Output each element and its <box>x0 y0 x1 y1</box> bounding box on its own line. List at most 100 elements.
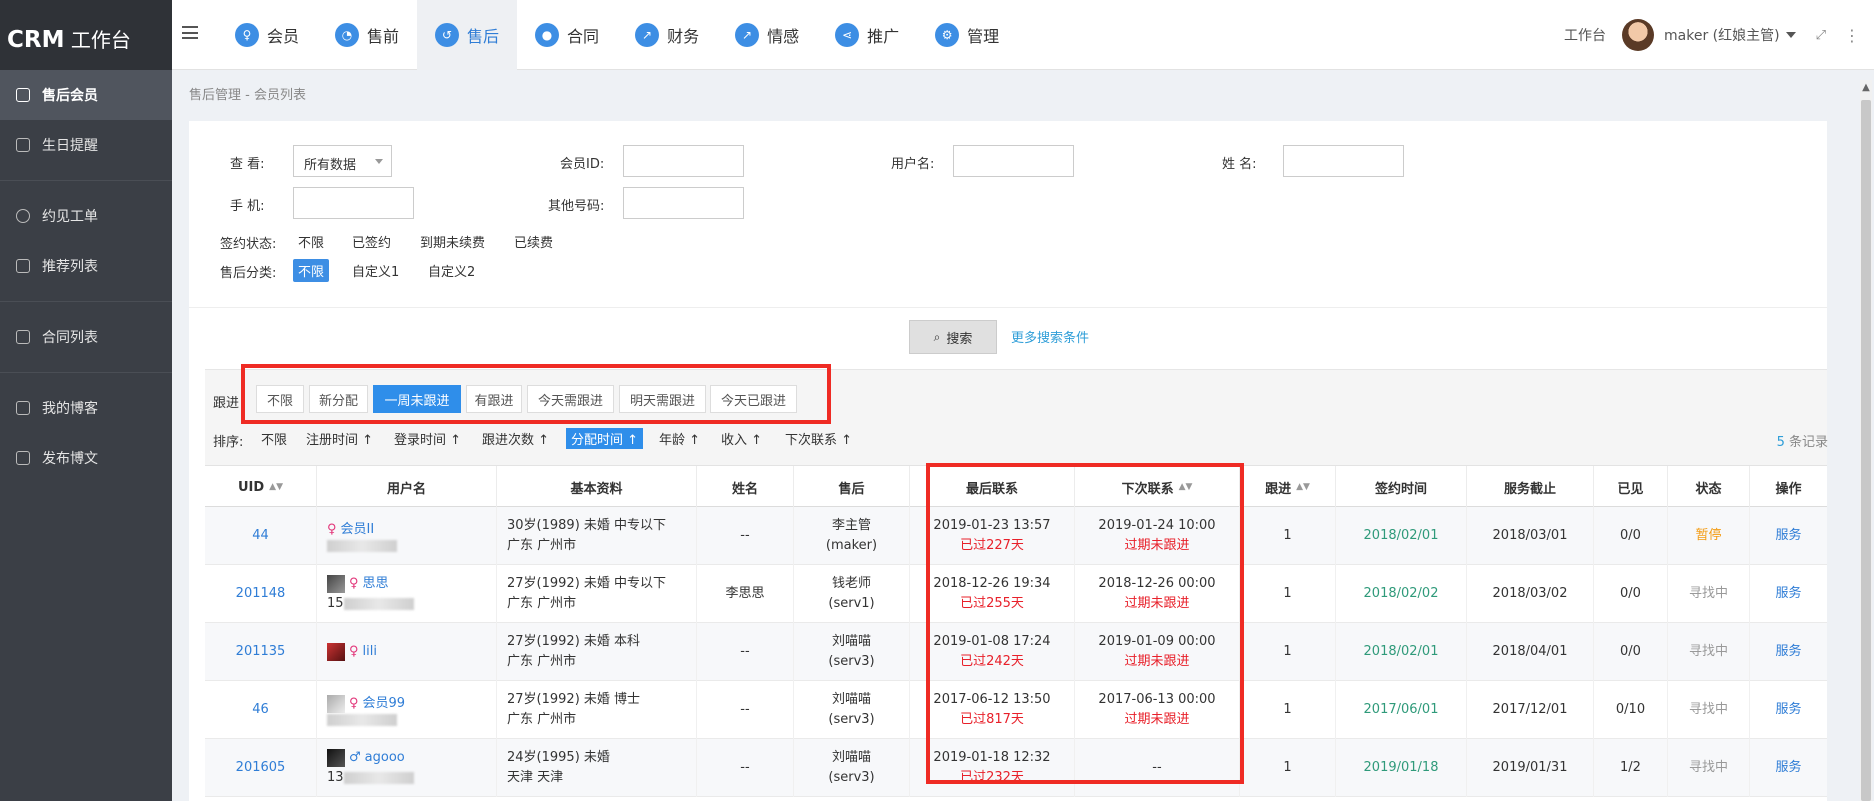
sign-filter-expired[interactable]: 到期未续费 <box>415 230 490 253</box>
avatar[interactable] <box>1622 19 1655 51</box>
menu-toggle-icon[interactable] <box>182 26 198 39</box>
service-end: 2018/03/01 <box>1467 507 1594 565</box>
nav-finance[interactable]: ↗ 财务 <box>617 0 717 70</box>
uid-link[interactable]: 201135 <box>236 642 286 662</box>
sign-date-link[interactable]: 2018/02/01 <box>1364 526 1439 546</box>
col-service-end: 服务截止 <box>1467 466 1594 508</box>
username-input[interactable] <box>953 145 1074 177</box>
sidebar-item-aftersale-members[interactable]: 售后会员 <box>0 70 172 120</box>
highlight-box-contact-columns <box>926 463 1244 784</box>
more-search-link[interactable]: 更多搜索条件 <box>1011 327 1089 346</box>
sign-date-link[interactable]: 2019/01/18 <box>1364 758 1439 778</box>
sidebar-item-appointments[interactable]: 约见工单 <box>0 191 172 241</box>
nav-label: 推广 <box>867 27 900 46</box>
sort-assign-time[interactable]: 分配时间 ↑ <box>566 428 644 449</box>
uid-link[interactable]: 201148 <box>236 584 286 604</box>
nav-contract[interactable]: ● 合同 <box>517 0 617 70</box>
member-id-input[interactable] <box>623 145 744 177</box>
phone-input[interactable] <box>293 187 414 219</box>
sort-icon[interactable]: ▲▼ <box>1296 482 1310 492</box>
nav-label: 情感 <box>767 27 800 46</box>
sort-register[interactable]: 注册时间 ↑ <box>301 428 378 449</box>
username-link[interactable]: 会员II <box>341 520 375 540</box>
seen-count: 0/10 <box>1594 681 1668 739</box>
nav-promotion[interactable]: ⋖ 推广 <box>817 0 917 70</box>
sidebar-item-birthday[interactable]: 生日提醒 <box>0 120 172 170</box>
sidebar-item-label: 合同列表 <box>42 330 98 346</box>
other-number-input[interactable] <box>623 187 744 219</box>
scroll-up-icon[interactable]: ▲ <box>1860 82 1872 96</box>
sign-date-link[interactable]: 2018/02/02 <box>1364 584 1439 604</box>
sort-follow-count[interactable]: 跟进次数 ↑ <box>477 428 554 449</box>
sort-login[interactable]: 登录时间 ↑ <box>389 428 466 449</box>
username-link[interactable]: agooo <box>365 748 405 768</box>
search-button[interactable]: ⌕ 搜索 <box>909 320 997 354</box>
basic-info: 24岁(1995) 未婚 <box>507 750 610 765</box>
user-menu[interactable]: maker (红娘主管) <box>1664 25 1780 45</box>
basic-info: 30岁(1989) 未婚 中专以下 <box>507 518 667 533</box>
more-icon[interactable]: ⋮ <box>1844 26 1860 45</box>
workbench-link[interactable]: 工作台 <box>1564 25 1606 45</box>
service-link[interactable]: 服务 <box>1775 642 1801 662</box>
aftersale-account: (maker) <box>825 538 878 553</box>
nav-label: 财务 <box>667 27 700 46</box>
nav-emotion[interactable]: ↗ 情感 <box>717 0 817 70</box>
sort-icon[interactable]: ▲▼ <box>269 482 283 492</box>
sign-date-link[interactable]: 2018/02/01 <box>1364 642 1439 662</box>
follow-count: 1 <box>1240 681 1336 739</box>
username-link[interactable]: lili <box>363 642 377 662</box>
record-count-value: 5 <box>1776 435 1785 450</box>
sidebar-item-label: 发布博文 <box>42 451 98 467</box>
sidebar-item-recommend[interactable]: 推荐列表 <box>0 241 172 291</box>
service-link[interactable]: 服务 <box>1775 584 1801 604</box>
service-link[interactable]: 服务 <box>1775 526 1801 546</box>
sign-filter-all[interactable]: 不限 <box>293 230 329 253</box>
uid-link[interactable]: 201605 <box>236 758 286 778</box>
location: 天津 天津 <box>507 770 564 785</box>
sort-all[interactable]: 不限 <box>256 428 292 449</box>
category-filter-custom1[interactable]: 自定义1 <box>347 259 404 282</box>
sort-next-contact[interactable]: 下次联系 ↑ <box>780 428 857 449</box>
service-link[interactable]: 服务 <box>1775 700 1801 720</box>
view-select[interactable]: 所有数据 <box>293 145 392 177</box>
sidebar-item-my-blog[interactable]: 我的博客 <box>0 383 172 433</box>
aftersale-account: (serv3) <box>828 712 875 727</box>
sort-age[interactable]: 年龄 ↑ <box>654 428 705 449</box>
category-label: 售后分类: <box>220 266 277 281</box>
phone-masked <box>343 772 414 784</box>
uid-link[interactable]: 44 <box>252 526 269 546</box>
sign-filter-renewed[interactable]: 已续费 <box>509 230 558 253</box>
nav-presale[interactable]: ◔ 售前 <box>317 0 417 70</box>
aftersale-icon: ↺ <box>435 23 460 47</box>
app-logo[interactable]: CRM 工作台 <box>0 0 172 70</box>
col-status: 状态 <box>1668 466 1750 508</box>
col-uid[interactable]: UID ▲▼ <box>205 466 317 508</box>
category-filter-all[interactable]: 不限 <box>293 259 330 282</box>
fullscreen-icon[interactable]: ⤢ <box>1816 28 1826 43</box>
nav-aftersale[interactable]: ↺ 售后 <box>417 0 518 70</box>
phone-prefix: 13 <box>327 770 344 785</box>
col-follow[interactable]: 跟进 ▲▼ <box>1240 466 1336 508</box>
username-label: 用户名: <box>891 157 935 172</box>
real-name: -- <box>697 623 794 681</box>
sidebar-item-contracts[interactable]: 合同列表 <box>0 312 172 362</box>
chevron-down-icon[interactable] <box>1785 32 1796 38</box>
col-info-label: 基本资料 <box>570 481 623 497</box>
scrollbar-thumb[interactable] <box>1861 100 1871 801</box>
name-input[interactable] <box>1283 145 1404 177</box>
service-end: 2017/12/01 <box>1467 681 1594 739</box>
uid-link[interactable]: 46 <box>252 700 269 720</box>
sign-filter-signed[interactable]: 已签约 <box>347 230 396 253</box>
female-icon: ♀ <box>349 576 359 591</box>
username-link[interactable]: 会员99 <box>363 694 406 714</box>
sidebar-item-publish-blog[interactable]: 发布博文 <box>0 433 172 483</box>
edit-icon <box>16 451 30 465</box>
category-filter-custom2[interactable]: 自定义2 <box>423 259 480 282</box>
real-name: -- <box>697 507 794 565</box>
sign-date-link[interactable]: 2017/06/01 <box>1364 700 1439 720</box>
username-link[interactable]: 思思 <box>363 574 389 594</box>
nav-manage[interactable]: ⚙ 管理 <box>917 0 1017 70</box>
service-link[interactable]: 服务 <box>1775 758 1801 778</box>
nav-members[interactable]: ♀ 会员 <box>217 0 317 70</box>
sort-income[interactable]: 收入 ↑ <box>716 428 767 449</box>
